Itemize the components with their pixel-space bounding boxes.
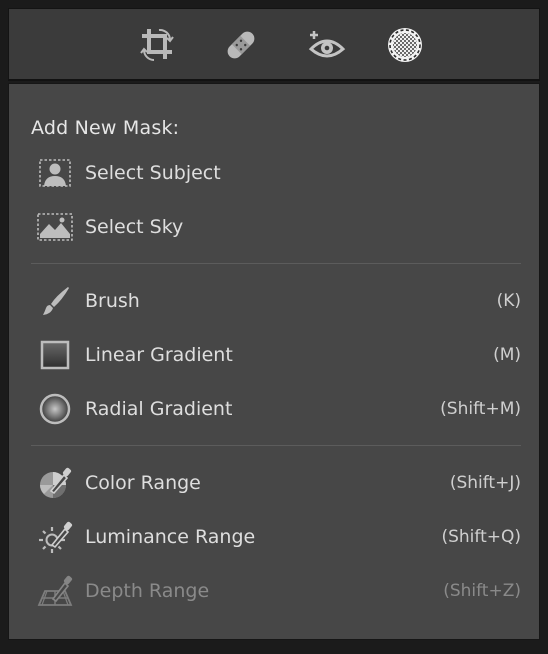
red-eye-tool-button[interactable] [307,25,347,65]
healing-bandage-icon [227,31,255,59]
depth-range-icon [35,574,75,608]
healing-tool-button[interactable] [221,25,261,65]
select-sky-icon [35,210,75,244]
linear-gradient-icon [35,338,75,372]
radial-gradient-item[interactable]: Radial Gradient (Shift+M) [9,387,541,431]
divider [31,445,521,446]
select-subject-item[interactable]: Select Subject [9,151,541,195]
crop-icon [140,28,174,61]
red-eye-icon [308,31,346,58]
masking-popup: Add New Mask: Select Subject Select Sky … [0,0,548,654]
divider [31,263,521,264]
color-range-item[interactable]: Color Range (Shift+J) [9,461,541,505]
brush-icon [35,284,75,318]
panel-heading: Add New Mask: [31,117,180,139]
color-range-icon [35,466,75,500]
select-sky-item[interactable]: Select Sky [9,205,541,249]
crop-tool-button[interactable] [137,25,177,65]
depth-range-item: Depth Range (Shift+Z) [9,569,541,613]
masking-tool-button[interactable] [385,25,425,65]
brush-item[interactable]: Brush (K) [9,279,541,323]
radial-gradient-icon [35,392,75,426]
luminance-range-icon [35,520,75,554]
select-subject-icon [35,156,75,190]
tool-strip [8,8,540,81]
linear-gradient-item[interactable]: Linear Gradient (M) [9,333,541,377]
add-new-mask-panel: Add New Mask: Select Subject Select Sky … [8,83,540,640]
luminance-range-item[interactable]: Luminance Range (Shift+Q) [9,515,541,559]
masking-icon [388,28,422,62]
